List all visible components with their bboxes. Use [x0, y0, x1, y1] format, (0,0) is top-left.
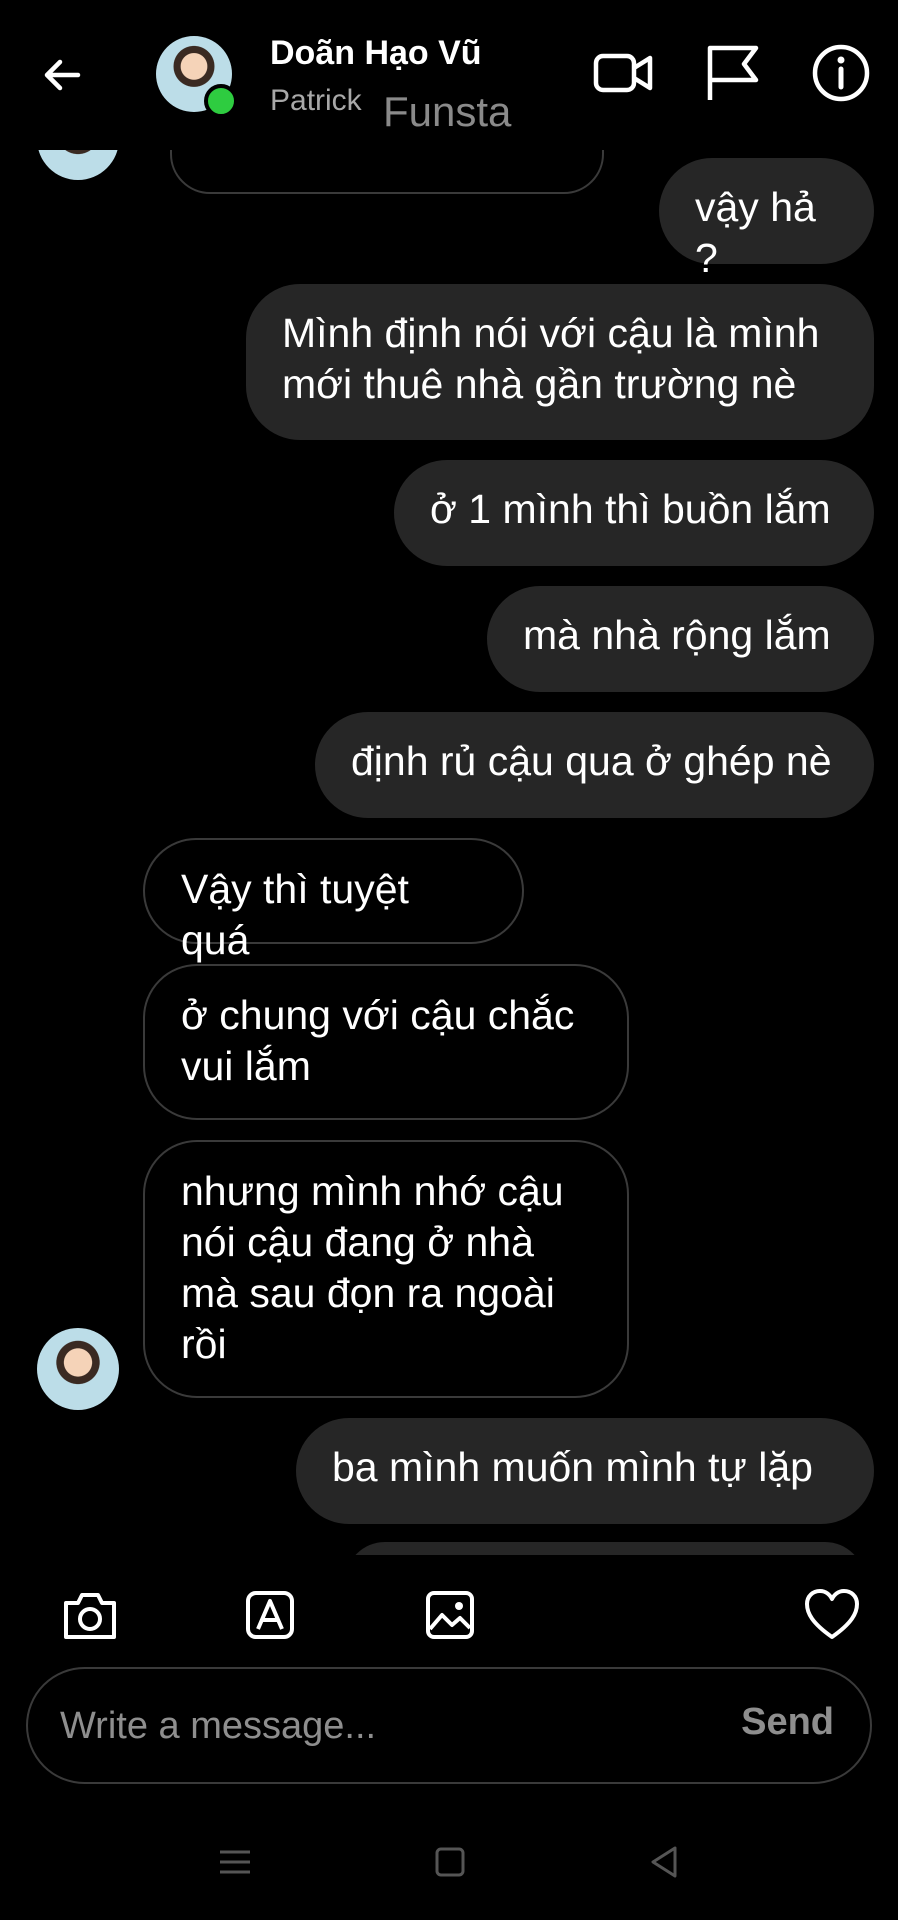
- back-triangle-icon[interactable]: [645, 1842, 685, 1882]
- camera-icon[interactable]: [60, 1585, 120, 1645]
- gallery-icon[interactable]: [420, 1585, 480, 1645]
- incoming-message-bubble[interactable]: [170, 150, 604, 194]
- outgoing-message-bubble[interactable]: định rủ cậu qua ở ghép nè: [315, 712, 874, 818]
- incoming-message-bubble[interactable]: nhưng mình nhớ cậu nói cậu đang ở nhà mà…: [143, 1140, 629, 1398]
- sticker-icon[interactable]: [240, 1585, 300, 1645]
- video-call-icon[interactable]: [590, 40, 656, 106]
- peer-avatar: [37, 1328, 119, 1410]
- outgoing-message-bubble[interactable]: mà nhà rộng lắm: [487, 586, 874, 692]
- contact-username: Patrick: [270, 84, 362, 117]
- system-navigation-bar: [0, 1800, 898, 1920]
- contact-avatar[interactable]: [156, 36, 238, 118]
- composer-toolbar: [0, 1555, 898, 1665]
- home-square-icon[interactable]: [430, 1842, 470, 1882]
- chat-header: Doãn Hạo Vũ Patrick Funsta: [0, 0, 898, 150]
- flag-icon[interactable]: [698, 40, 764, 106]
- outgoing-message-bubble[interactable]: ở 1 mình thì buồn lắm: [394, 460, 874, 566]
- contact-tag: Funsta: [383, 88, 512, 135]
- incoming-message-bubble[interactable]: Vậy thì tuyệt quá: [143, 838, 524, 963]
- message-composer: Send: [26, 1667, 872, 1784]
- message-input[interactable]: [58, 1697, 702, 1755]
- peer-avatar: [37, 150, 119, 180]
- message-thread[interactable]: vậy hả ? Mình định nói với cậu là mình m…: [0, 150, 898, 1555]
- info-icon[interactable]: [808, 40, 874, 106]
- contact-name[interactable]: Doãn Hạo Vũ: [270, 34, 482, 73]
- heart-icon[interactable]: [802, 1585, 862, 1645]
- menu-icon[interactable]: [215, 1842, 255, 1882]
- outgoing-message-bubble[interactable]: vậy hả ?: [659, 158, 874, 281]
- back-arrow-icon[interactable]: [38, 50, 88, 100]
- outgoing-message-bubble[interactable]: [345, 1542, 865, 1555]
- incoming-message-bubble[interactable]: ở chung với cậu chắc vui lắm: [143, 964, 629, 1120]
- send-button[interactable]: Send: [741, 1701, 834, 1744]
- outgoing-message-bubble[interactable]: ba mình muốn mình tự lặp: [296, 1418, 874, 1524]
- outgoing-message-bubble[interactable]: Mình định nói với cậu là mình mới thuê n…: [246, 284, 874, 440]
- online-status-dot: [204, 84, 238, 118]
